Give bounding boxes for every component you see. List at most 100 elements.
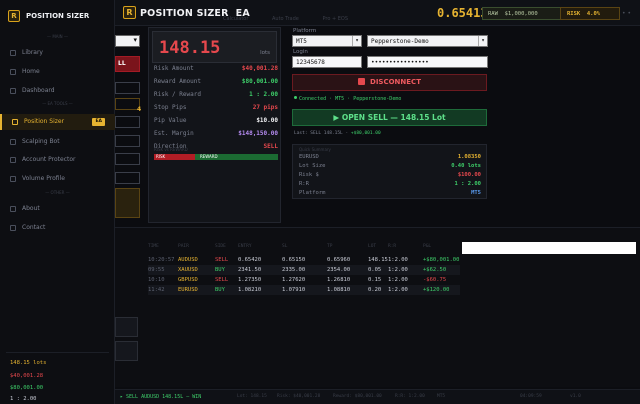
lot-size-display: 148.15 lots — [152, 31, 277, 63]
tab-calculator[interactable]: Calculator — [223, 16, 248, 22]
status-bar-item: v1.0 — [570, 394, 581, 399]
table-cell-sl: 2335.00 — [282, 267, 306, 273]
calc-row-label: Pip Value — [154, 117, 187, 124]
calc-row-label: Risk Amount — [154, 65, 194, 72]
book-icon — [10, 50, 16, 56]
table-row[interactable]: 10:20:57 AUDUSD SELL 0.65420 0.65150 0.65960 1… — [148, 255, 460, 265]
table-cell-pair: XAUUSD — [178, 267, 198, 273]
table-cell-pair: GBPUSD — [178, 277, 198, 283]
summary-row: Lot Size 0.40 lots — [299, 163, 487, 172]
table-cell-sl: 1.07910 — [282, 287, 306, 293]
sidebar-item-position-sizer[interactable]: Position Sizer EA — [0, 114, 115, 130]
password-input[interactable]: •••••••••••••••• — [367, 56, 488, 68]
risk-badge[interactable]: RISK 4.0% — [560, 7, 620, 20]
result-card: 148.15 lots Risk Amount $40,001.28 Reward … — [148, 27, 281, 223]
pip-field[interactable] — [115, 153, 140, 165]
column-header[interactable]: ENTRY — [238, 244, 252, 249]
stop-icon — [358, 78, 366, 85]
column-header[interactable]: R:R — [388, 244, 396, 249]
sidebar-item-home[interactable]: Home — [0, 64, 115, 80]
calc-row: Pip Value $10.00 — [154, 117, 278, 128]
ea-badge: EA — [92, 118, 105, 126]
table-cell-side: BUY — [215, 287, 225, 293]
pair-select[interactable] — [115, 35, 140, 47]
history-side-button[interactable] — [115, 341, 138, 361]
sidebar-item-library[interactable]: Library — [0, 45, 115, 61]
calculate-button[interactable] — [115, 188, 140, 218]
sidebar-item-about[interactable]: About — [0, 201, 115, 217]
calc-row-value: $10.00 — [256, 117, 278, 124]
server-select[interactable]: Pepperstone-Demo ▾ — [367, 35, 488, 47]
summary-value: MT5 — [471, 190, 481, 196]
table-row[interactable]: 09:55 XAUUSD BUY 2341.50 2335.00 2354.00 0.05 1… — [148, 265, 460, 275]
bars-icon — [10, 176, 16, 182]
shield-icon — [10, 157, 16, 163]
calc-row: Risk / Reward 1 : 2.00 — [154, 91, 278, 102]
column-header[interactable]: P&L — [423, 244, 431, 249]
open-sell-button[interactable]: ▶ OPEN SELL — 148.15 Lot — [292, 109, 487, 126]
summary-value: 1.08350 — [457, 154, 481, 160]
table-cell-time: 10:10 — [148, 277, 165, 283]
sidebar-risk: $40,001.28 — [10, 373, 44, 379]
current-price: 0.65413 — [437, 6, 488, 20]
quick-summary-title: Quick Summary — [299, 147, 331, 152]
sidebar-section-ea: — EA TOOLS — — [42, 101, 73, 106]
app-header: R POSITION SIZER EA Calculator Auto Trad… — [115, 0, 640, 26]
login-label: Login — [293, 49, 308, 55]
logo-icon: R — [123, 6, 136, 19]
platform-select[interactable]: MT5 ▾ — [292, 35, 362, 47]
status-bar-item: MT5 — [437, 394, 446, 399]
login-input[interactable]: 12345678 — [292, 56, 362, 68]
lot-field[interactable] — [115, 172, 140, 184]
table-cell-rr: 1:2.00 — [388, 267, 408, 273]
take-profit-field[interactable] — [115, 135, 140, 147]
sidebar-item-dashboard[interactable]: Dashboard — [0, 83, 115, 99]
status-dot-icon — [294, 96, 297, 99]
sidebar-item-contact[interactable]: Contact — [0, 220, 115, 236]
table-cell-entry: 1.27350 — [238, 277, 262, 283]
calc-row-value: SELL — [263, 143, 278, 150]
table-cell-side: SELL — [215, 277, 229, 283]
sidebar-item-scalping-bot[interactable]: Scalping Bot — [0, 134, 115, 150]
reward-bar-label: REWARD — [200, 154, 218, 159]
summary-label: Risk $ — [299, 172, 319, 178]
table-cell-tp: 2354.00 — [327, 267, 351, 273]
table-cell-pnl: +$62.50 — [423, 267, 447, 273]
calc-row-label: Stop Pips — [154, 104, 187, 111]
column-header[interactable]: SL — [282, 244, 287, 249]
sidebar-item-volume-profile[interactable]: Volume Profile — [0, 171, 115, 187]
history-search-input[interactable] — [462, 242, 636, 254]
home-icon — [10, 69, 16, 75]
column-header[interactable]: LOT — [368, 244, 376, 249]
sell-toggle-button[interactable]: LL — [115, 56, 140, 72]
column-header[interactable]: PAIR — [178, 244, 189, 249]
header-tabs: Calculator Auto Trade Pro + EOS — [223, 16, 370, 22]
history-side-button[interactable] — [115, 317, 138, 337]
chevron-down-icon: ▾ — [352, 36, 361, 46]
summary-value: 1 : 2.00 — [454, 181, 482, 187]
table-row[interactable]: 10:10 GBPUSD SELL 1.27350 1.27620 1.26810 0.15… — [148, 275, 460, 285]
column-header[interactable]: TIME — [148, 244, 159, 249]
disconnect-button[interactable]: DISCONNECT — [292, 74, 487, 91]
stop-loss-field[interactable] — [115, 116, 140, 128]
info-icon — [10, 206, 16, 212]
table-row[interactable]: 11:42 EURUSD BUY 1.08210 1.07910 1.08810 0.20 1… — [148, 285, 460, 295]
sidebar-item-account-protector[interactable]: Account Protector — [0, 152, 115, 168]
status-bar: ▸ SELL AUDUSD 148.15L — WIN Lot: 148.15 R… — [115, 389, 640, 404]
calc-row-label: Reward Amount — [154, 78, 201, 85]
table-cell-sl: 0.65150 — [282, 257, 306, 263]
column-header[interactable]: TP — [327, 244, 332, 249]
last-trade-info: Last: SELL 148.15L · +$80,001.00 — [294, 131, 381, 136]
entry-field[interactable] — [115, 82, 140, 94]
window-controls-icon[interactable]: • • — [622, 10, 631, 17]
tab-auto-trade[interactable]: Auto Trade — [272, 16, 299, 22]
bot-icon — [10, 139, 16, 145]
summary-value: $100.00 — [457, 172, 481, 178]
column-header[interactable]: SIDE — [215, 244, 226, 249]
table-cell-entry: 0.65420 — [238, 257, 262, 263]
lot-size-value: 148.15 — [159, 38, 221, 58]
connection-status: Connected · MT5 · Pepperstone-Demo — [294, 96, 401, 102]
summary-row: Platform MT5 — [299, 190, 487, 199]
table-cell-entry: 2341.50 — [238, 267, 262, 273]
tab-pro[interactable]: Pro + EOS — [322, 16, 348, 22]
